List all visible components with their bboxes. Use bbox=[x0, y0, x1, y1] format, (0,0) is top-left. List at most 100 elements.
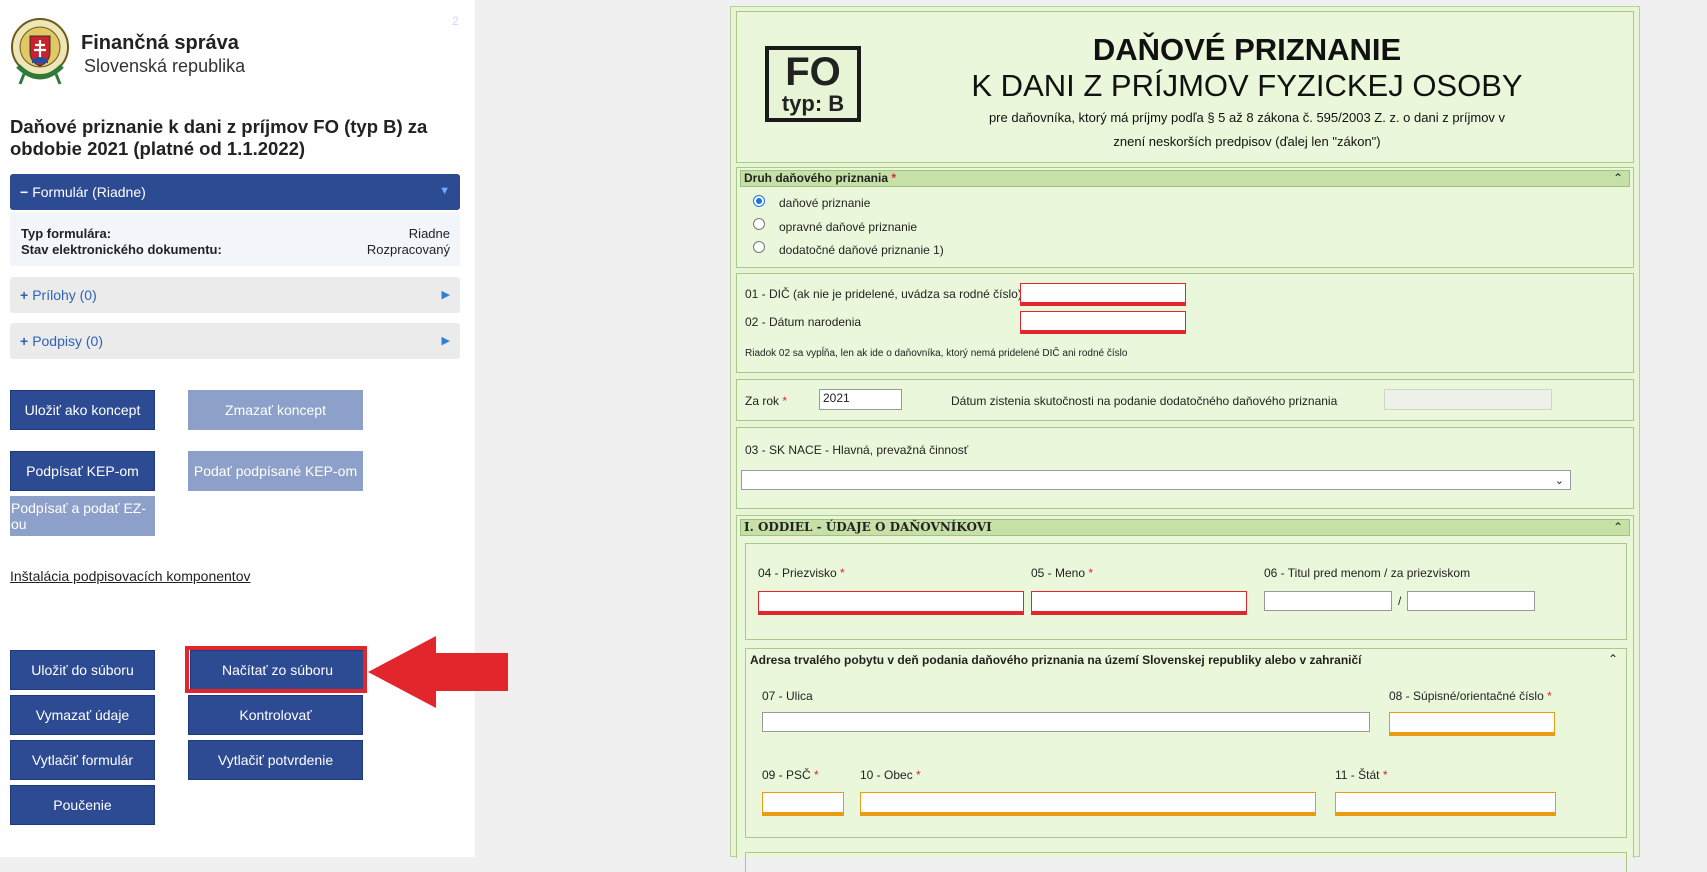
riadok-note: Riadok 02 sa vypĺňa, len ak ide o daňovn… bbox=[745, 348, 1128, 359]
collapse-icon: − bbox=[20, 184, 29, 200]
psc-label: 09 - PSČ * bbox=[762, 768, 819, 782]
stat-input[interactable] bbox=[1335, 792, 1556, 816]
titul-za-input[interactable] bbox=[1407, 591, 1535, 611]
save-draft-button[interactable]: Uložiť ako koncept bbox=[10, 390, 155, 430]
druh-priznania-section: Druh daňového priznania * ⌃ daňové prizn… bbox=[736, 167, 1634, 268]
cislo-label-text: 08 - Súpisné/orientačné číslo bbox=[1389, 689, 1544, 703]
chevron-right-icon: ▶ bbox=[441, 289, 450, 301]
za-rok-section: Za rok * 2021 Dátum zistenia skutočnosti… bbox=[736, 379, 1634, 421]
psc-label-text: 09 - PSČ bbox=[762, 768, 811, 782]
obec-label: 10 - Obec * bbox=[860, 768, 921, 782]
typ-formulara-label: Typ formulára: bbox=[21, 226, 112, 241]
ulica-label: 07 - Ulica bbox=[762, 689, 813, 703]
accordion-formular[interactable]: − Formulár (Riadne) ▼ bbox=[10, 174, 460, 210]
titul-pred-input[interactable] bbox=[1264, 591, 1392, 611]
accordion-prilohy[interactable]: + Prílohy (0) ▶ bbox=[10, 277, 460, 313]
accordion-formular-label: Formulár (Riadne) bbox=[32, 184, 146, 200]
identification-section: 01 - DIČ (ak nie je pridelené, uvádza sa… bbox=[736, 273, 1634, 373]
collapse-caret-icon: ⌃ bbox=[1612, 171, 1623, 185]
druh-priznania-title: Druh daňového priznania bbox=[744, 171, 889, 185]
page-number: 2 bbox=[452, 14, 459, 28]
datum-zistenia-label: Dátum zistenia skutočnosti na podanie do… bbox=[951, 394, 1338, 408]
titul-separator: / bbox=[1398, 594, 1402, 608]
adresa-subsection: Adresa trvalého pobytu v deň podania daň… bbox=[745, 648, 1627, 838]
save-file-button[interactable]: Uložiť do súboru bbox=[10, 650, 155, 690]
form-main-title: DAŇOVÉ PRIZNANIE bbox=[1092, 32, 1402, 67]
za-rok-label: Za rok * bbox=[745, 394, 788, 408]
stav-dokumentu-value: Rozpracovaný bbox=[366, 242, 450, 257]
form-title: Daňové priznanie k dani z príjmov FO (ty… bbox=[10, 116, 428, 159]
clear-data-button[interactable]: Vymazať údaje bbox=[10, 695, 155, 735]
ulica-input[interactable] bbox=[762, 712, 1370, 732]
za-rok-label-text: Za rok bbox=[745, 394, 780, 408]
cislo-input[interactable] bbox=[1389, 712, 1555, 736]
stat-label-text: 11 - Štát bbox=[1335, 768, 1380, 782]
chevron-right-icon: ▶ bbox=[441, 335, 450, 347]
delete-draft-button[interactable]: Zmazať koncept bbox=[188, 390, 363, 430]
meno-input[interactable] bbox=[1031, 591, 1247, 615]
obec-input[interactable] bbox=[860, 792, 1316, 816]
radio-dodatocne-priznanie[interactable] bbox=[753, 241, 765, 253]
collapse-caret-icon[interactable]: ⌃ bbox=[1608, 652, 1618, 666]
meno-label: 05 - Meno * bbox=[1031, 566, 1094, 580]
nace-section: 03 - SK NACE - Hlavná, prevažná činnosť … bbox=[736, 427, 1634, 509]
accordion-podpisy-label: Podpisy (0) bbox=[32, 333, 103, 349]
load-file-highlight bbox=[185, 646, 367, 693]
adresa-title: Adresa trvalého pobytu v deň podania daň… bbox=[750, 653, 1362, 667]
print-confirmation-button[interactable]: Vytlačiť potvrdenie bbox=[188, 740, 363, 780]
org-country: Slovenská republika bbox=[84, 56, 246, 76]
sign-ez-button[interactable]: Podpísať a podať EZ-ou bbox=[10, 496, 155, 536]
druh-priznania-header[interactable]: Druh daňového priznania * ⌃ bbox=[740, 170, 1630, 187]
form-header: FO typ: B DAŇOVÉ PRIZNANIE K DANI Z PRÍJ… bbox=[736, 11, 1634, 163]
name-subsection: 04 - Priezvisko * 05 - Meno * 06 - Titul… bbox=[745, 543, 1627, 640]
obec-label-text: 10 - Obec bbox=[860, 768, 913, 782]
expand-icon: + bbox=[20, 333, 29, 349]
next-subsection bbox=[745, 852, 1627, 872]
titul-label: 06 - Titul pred menom / za priezviskom bbox=[1264, 566, 1471, 580]
radio-danove-priznanie[interactable] bbox=[753, 195, 765, 207]
psc-input[interactable] bbox=[762, 792, 844, 816]
expand-icon: + bbox=[20, 287, 29, 303]
priezvisko-input[interactable] bbox=[758, 591, 1024, 615]
accordion-podpisy[interactable]: + Podpisy (0) ▶ bbox=[10, 323, 460, 359]
radio-label-opravne-priznanie: opravné daňové priznanie bbox=[779, 220, 918, 234]
nace-select[interactable]: ⌄ bbox=[741, 470, 1571, 490]
nace-label: 03 - SK NACE - Hlavná, prevažná činnosť bbox=[745, 443, 969, 457]
datum-narodenia-label: 02 - Dátum narodenia bbox=[745, 315, 862, 329]
oddiel-1-title: I. ODDIEL - ÚDAJE O DAŇOVNÍKOVI bbox=[744, 520, 992, 534]
meno-label-text: 05 - Meno bbox=[1031, 566, 1086, 580]
collapse-caret-icon: ⌃ bbox=[1612, 520, 1623, 534]
radio-opravne-priznanie[interactable] bbox=[753, 218, 765, 230]
sign-kep-button[interactable]: Podpísať KEP-om bbox=[10, 451, 155, 491]
typ-formulara-value: Riadne bbox=[408, 226, 450, 241]
red-arrow-icon bbox=[368, 636, 508, 708]
stav-dokumentu-label: Stav elektronického dokumentu: bbox=[21, 242, 222, 257]
print-form-button[interactable]: Vytlačiť formulár bbox=[10, 740, 155, 780]
instructions-button[interactable]: Poučenie bbox=[10, 785, 155, 825]
datum-narodenia-input[interactable] bbox=[1020, 311, 1186, 334]
chevron-down-icon: ▼ bbox=[439, 185, 450, 197]
form-subtitle-line2: znení neskorších predpisov (ďalej len "z… bbox=[1113, 134, 1381, 149]
radio-label-danove-priznanie: daňové priznanie bbox=[779, 196, 871, 210]
za-rok-input[interactable]: 2021 bbox=[819, 389, 902, 410]
dic-input[interactable] bbox=[1020, 283, 1186, 306]
financna-sprava-logo bbox=[11, 18, 69, 85]
install-components-link[interactable]: Inštalácia podpisovacích komponentov bbox=[10, 568, 250, 584]
oddiel-1-header[interactable]: I. ODDIEL - ÚDAJE O DAŇOVNÍKOVI ⌃ bbox=[740, 519, 1630, 536]
form-subtitle-line1: pre daňovníka, ktorý má príjmy podľa § 5… bbox=[988, 110, 1506, 125]
dic-label: 01 - DIČ (ak nie je pridelené, uvádza sa… bbox=[745, 287, 1022, 301]
org-name: Finančná správa bbox=[81, 32, 239, 54]
priezvisko-label-text: 04 - Priezvisko bbox=[758, 566, 837, 580]
submit-kep-button[interactable]: Podať podpísané KEP-om bbox=[188, 451, 363, 491]
form-sub-title: K DANI Z PRÍJMOV FYZICKEJ OSOBY bbox=[971, 68, 1523, 103]
check-button[interactable]: Kontrolovať bbox=[188, 695, 363, 735]
chevron-down-icon: ⌄ bbox=[1554, 475, 1564, 487]
sidebar: 2 Finančná správa Slovenská republika Da… bbox=[0, 0, 508, 857]
radio-label-dodatocne-priznanie: dodatočné daňové priznanie 1) bbox=[779, 243, 944, 257]
priezvisko-label: 04 - Priezvisko * bbox=[758, 566, 845, 580]
stat-label: 11 - Štát * bbox=[1335, 768, 1388, 782]
accordion-prilohy-label: Prílohy (0) bbox=[32, 287, 97, 303]
form-info-panel: Typ formulára: Riadne Stav elektronickéh… bbox=[10, 212, 460, 266]
datum-zistenia-input[interactable] bbox=[1384, 389, 1552, 410]
tax-form: FO typ: B DAŇOVÉ PRIZNANIE K DANI Z PRÍJ… bbox=[730, 6, 1640, 872]
